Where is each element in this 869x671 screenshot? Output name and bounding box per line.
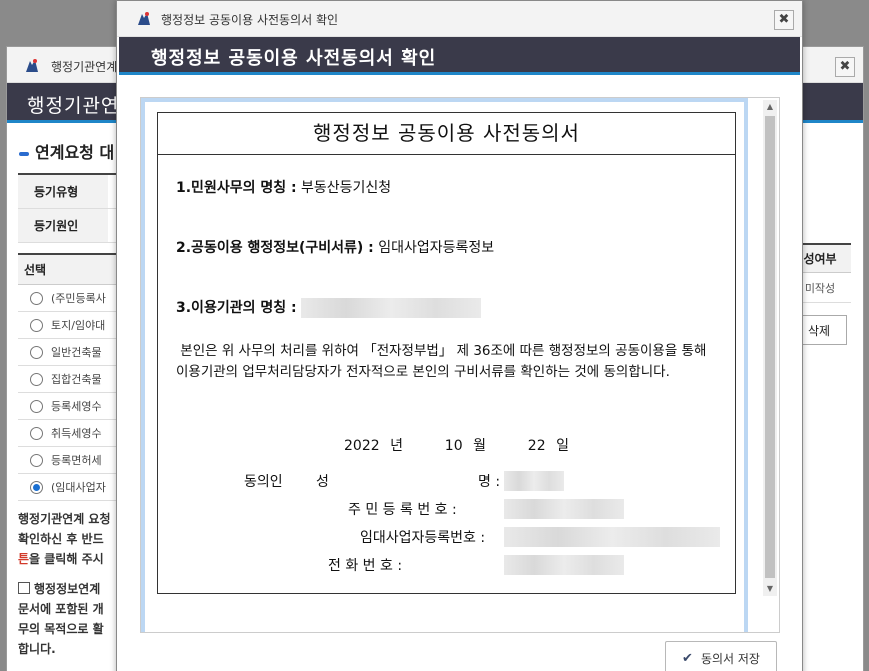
app-logo-icon <box>138 12 150 25</box>
notice-text: 행정기관연계 요청 확인하신 후 반드 튼을 클릭해 주시 <box>18 512 111 566</box>
item-label: 1.민원사무의 명칭 : <box>176 180 297 196</box>
scroll-up-icon[interactable]: ▲ <box>763 100 777 114</box>
consent-date: 2022 년 10 월 22 일 <box>344 438 569 454</box>
background-window-title: 행정기관연계 <box>51 60 118 74</box>
radio-button[interactable] <box>30 399 43 413</box>
check-icon: ✔ <box>682 650 693 666</box>
dialog-titlebar: 행정정보 공동이용 사전동의서 확인 ✖ <box>117 1 802 37</box>
radio-button[interactable] <box>30 372 43 386</box>
redacted-rental-number <box>504 527 720 547</box>
item-agency-name: 3.이용기관의 명칭 : <box>176 297 482 318</box>
scroll-down-icon[interactable]: ▼ <box>763 582 777 596</box>
consent-document: 행정정보 공동이용 사전동의서 1.민원사무의 명칭 : 부동산등기신청 2.공… <box>157 112 736 594</box>
rental-business-number-label: 임대사업자등록번호 : <box>360 530 486 546</box>
consenter-label: 동의인 <box>244 474 283 490</box>
dialog-close-button[interactable]: ✖ <box>774 10 794 30</box>
scrollbar-thumb[interactable] <box>765 116 775 578</box>
section-title: 연계요청 대 <box>19 139 114 163</box>
row-label: 등기유형 <box>18 175 108 208</box>
background-header-title: 행정기관연 <box>27 95 120 117</box>
consent-checkbox[interactable] <box>18 582 30 594</box>
name-label-b: 명 : <box>478 474 501 490</box>
item-label: 3.이용기관의 명칭 : <box>176 300 297 316</box>
radio-button[interactable] <box>30 345 43 359</box>
redacted-resident-number <box>504 499 624 519</box>
vertical-scrollbar[interactable]: ▲ ▼ <box>763 100 777 596</box>
item-shared-info: 2.공동이용 행정정보(구비서류) : 임대사업자등록정보 <box>176 237 494 257</box>
dialog-header: 행정정보 공동이용 사전동의서 확인 <box>119 37 800 75</box>
consent-dialog: 행정정보 공동이용 사전동의서 확인 ✖ 행정정보 공동이용 사전동의서 확인 … <box>116 0 803 671</box>
radio-button-selected[interactable] <box>30 480 43 494</box>
dialog-header-title: 행정정보 공동이용 사전동의서 확인 <box>151 48 437 69</box>
dialog-window-title: 행정정보 공동이용 사전동의서 확인 <box>161 13 339 27</box>
radio-button[interactable] <box>30 426 43 440</box>
radio-button[interactable] <box>30 318 43 332</box>
notice-highlight: 튼 <box>18 552 30 566</box>
document-title: 행정정보 공동이용 사전동의서 <box>158 113 735 155</box>
radio-button[interactable] <box>30 453 43 467</box>
redacted-agency <box>301 298 482 318</box>
document-viewer: 행정정보 공동이용 사전동의서 1.민원사무의 명칭 : 부동산등기신청 2.공… <box>140 97 780 633</box>
background-close-button[interactable]: ✖ <box>835 57 855 77</box>
name-label-a: 성 <box>316 474 329 490</box>
row-label: 등기원인 <box>18 209 108 242</box>
item-civil-affair: 1.민원사무의 명칭 : 부동산등기신청 <box>176 177 391 197</box>
consent-checkbox-notice: 행정정보연계 문서에 포함된 개 무의 목적으로 활 합니다. <box>18 582 104 656</box>
app-logo-icon <box>26 59 38 72</box>
item-label: 2.공동이용 행정정보(구비서류) : <box>176 240 374 256</box>
phone-number-label: 전 화 번 호 : <box>328 558 403 574</box>
document-frame: 행정정보 공동이용 사전동의서 1.민원사무의 명칭 : 부동산등기신청 2.공… <box>141 98 748 632</box>
resident-number-label: 주 민 등 록 번 호 : <box>348 502 457 518</box>
item-value: 부동산등기신청 <box>301 180 392 196</box>
consent-paragraph: 본인은 위 사무의 처리를 위하여 「전자정부법」 제 36조에 따른 행정정보… <box>176 343 707 380</box>
redacted-name <box>504 471 564 491</box>
bullet-icon <box>19 151 29 156</box>
radio-button[interactable] <box>30 291 43 305</box>
save-consent-button[interactable]: ✔ 동의서 저장 <box>665 641 777 671</box>
item-value: 임대사업자등록정보 <box>378 240 495 256</box>
redacted-phone-number <box>504 555 624 575</box>
